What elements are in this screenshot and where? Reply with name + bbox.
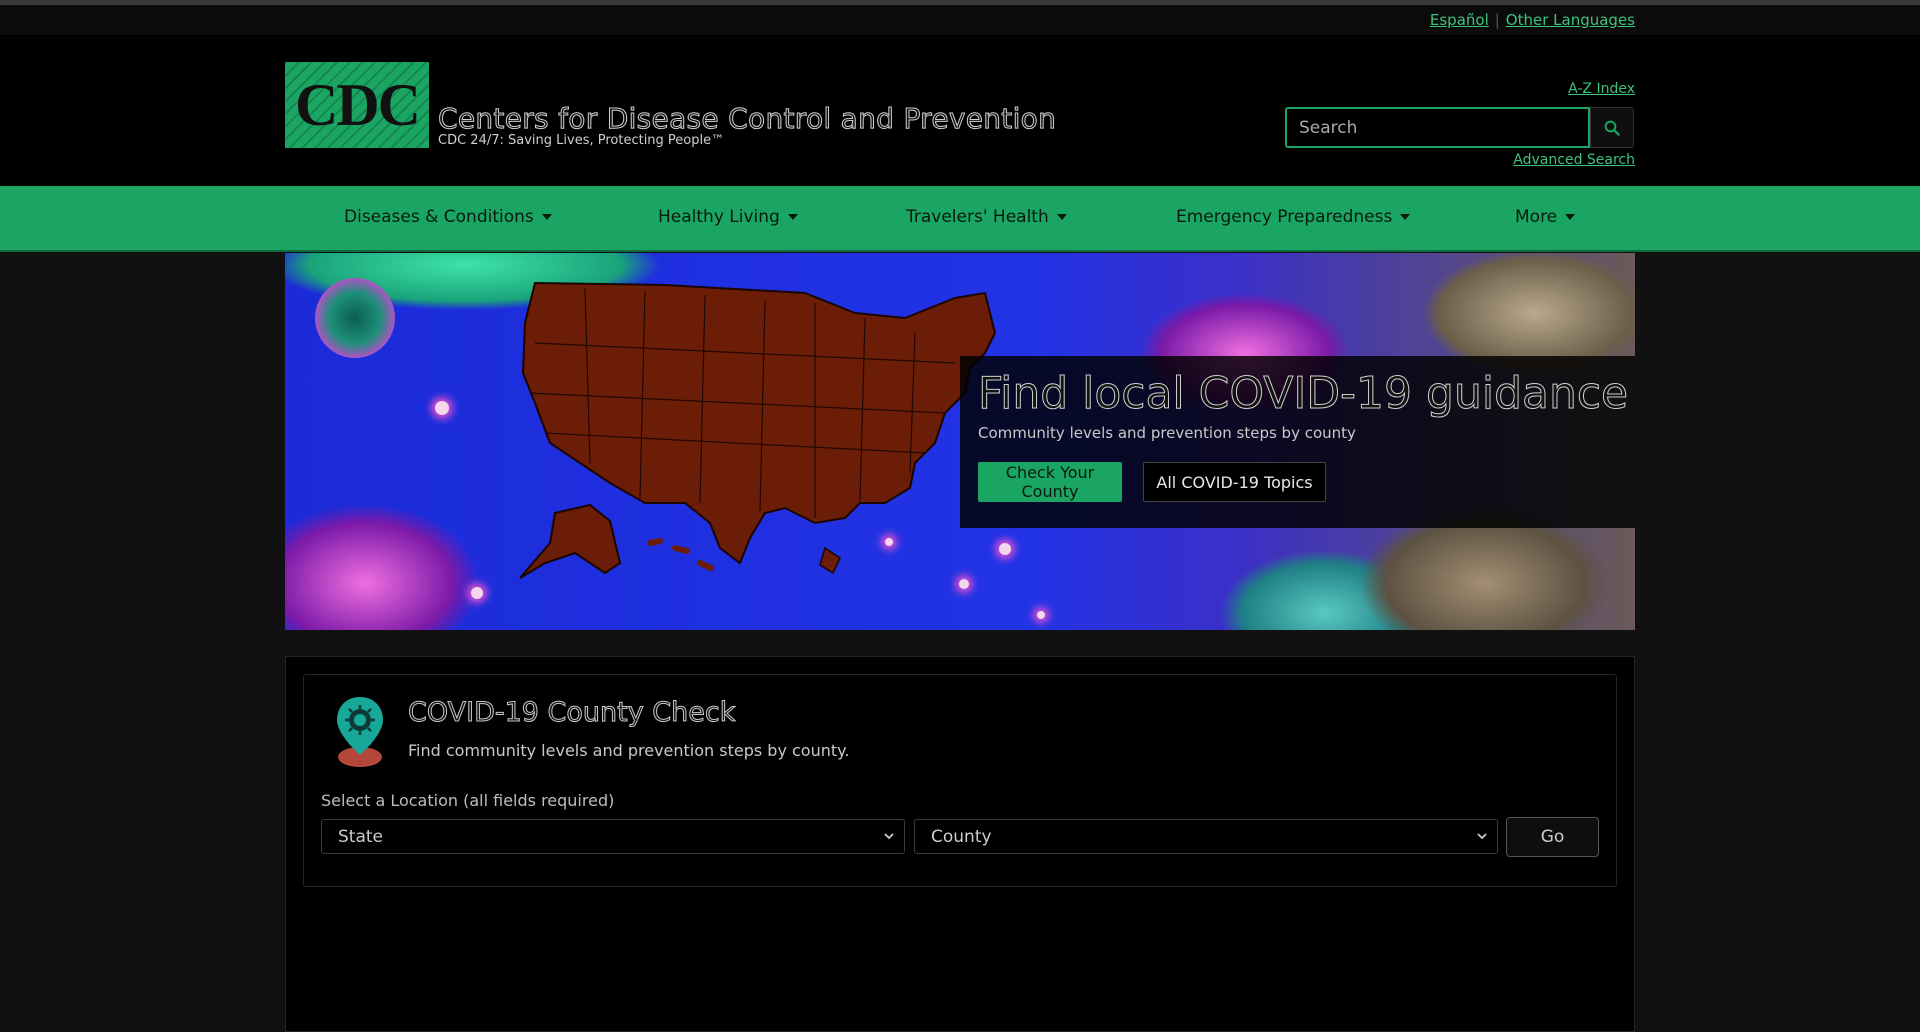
nav-label: Emergency Preparedness	[1176, 207, 1393, 227]
nav-diseases-conditions[interactable]: Diseases & Conditions	[344, 207, 552, 227]
language-separator: |	[1494, 11, 1500, 29]
particle-dot	[1037, 611, 1045, 619]
virus-illustration	[315, 278, 395, 358]
main-nav: Diseases & Conditions Healthy Living Tra…	[0, 186, 1920, 252]
particle-dot	[471, 587, 483, 599]
caret-down-icon	[1056, 214, 1067, 220]
search-button[interactable]	[1590, 107, 1634, 148]
check-your-county-button[interactable]: Check Your County	[978, 462, 1122, 502]
search-form	[1285, 107, 1634, 148]
espanol-link[interactable]: Español	[1430, 11, 1489, 29]
chevron-down-icon	[884, 833, 894, 840]
other-languages-link[interactable]: Other Languages	[1506, 11, 1635, 29]
go-button[interactable]: Go	[1506, 817, 1599, 857]
state-select[interactable]: State	[321, 819, 905, 854]
site-header: CDC Centers for Disease Control and Prev…	[0, 35, 1920, 186]
hero-banner: Find local COVID-19 guidance Community l…	[285, 253, 1635, 630]
caret-down-icon	[1400, 214, 1411, 220]
all-covid-topics-button[interactable]: All COVID-19 Topics	[1143, 462, 1326, 502]
org-name: Centers for Disease Control and Preventi…	[437, 102, 1057, 136]
nav-more[interactable]: More	[1515, 207, 1576, 227]
language-bar: Español | Other Languages	[0, 5, 1920, 35]
tagline: CDC 24/7: Saving Lives, Protecting Peopl…	[438, 133, 725, 148]
chevron-down-icon	[1477, 833, 1487, 840]
caret-down-icon	[787, 214, 798, 220]
state-select-value: State	[338, 826, 383, 847]
particle-dot	[435, 401, 449, 415]
nav-label: More	[1515, 207, 1558, 227]
language-links: Español | Other Languages	[1430, 11, 1635, 29]
county-select-value: County	[931, 826, 992, 847]
county-check-subtitle: Find community levels and prevention ste…	[408, 741, 850, 760]
nav-emergency-preparedness[interactable]: Emergency Preparedness	[1176, 207, 1411, 227]
location-label: Select a Location (all fields required)	[321, 791, 615, 810]
nav-healthy-living[interactable]: Healthy Living	[658, 207, 798, 227]
us-map-illustration	[519, 281, 997, 579]
hero-overlay: Find local COVID-19 guidance Community l…	[960, 356, 1635, 528]
main-content-panel: COVID-19 County Check Find community lev…	[285, 656, 1635, 1032]
az-index-link[interactable]: A-Z Index	[1568, 81, 1635, 97]
county-select[interactable]: County	[914, 819, 1498, 854]
caret-down-icon	[1565, 214, 1576, 220]
cdc-logo-text: CDC	[295, 71, 421, 138]
nav-travelers-health[interactable]: Travelers' Health	[906, 207, 1067, 227]
cdc-logo[interactable]: CDC	[285, 62, 429, 148]
nav-label: Diseases & Conditions	[344, 207, 534, 227]
hero-title: Find local COVID-19 guidance	[977, 368, 1629, 420]
location-pin-icon	[337, 697, 383, 767]
hero-subtitle: Community levels and prevention steps by…	[978, 424, 1356, 442]
county-check-card: COVID-19 County Check Find community lev…	[303, 674, 1617, 887]
caret-down-icon	[541, 214, 552, 220]
search-icon	[1604, 120, 1620, 136]
advanced-search-link[interactable]: Advanced Search	[1513, 152, 1635, 168]
nav-label: Travelers' Health	[906, 207, 1049, 227]
county-check-title: COVID-19 County Check	[407, 697, 736, 729]
search-input[interactable]	[1285, 107, 1590, 148]
nav-label: Healthy Living	[658, 207, 780, 227]
